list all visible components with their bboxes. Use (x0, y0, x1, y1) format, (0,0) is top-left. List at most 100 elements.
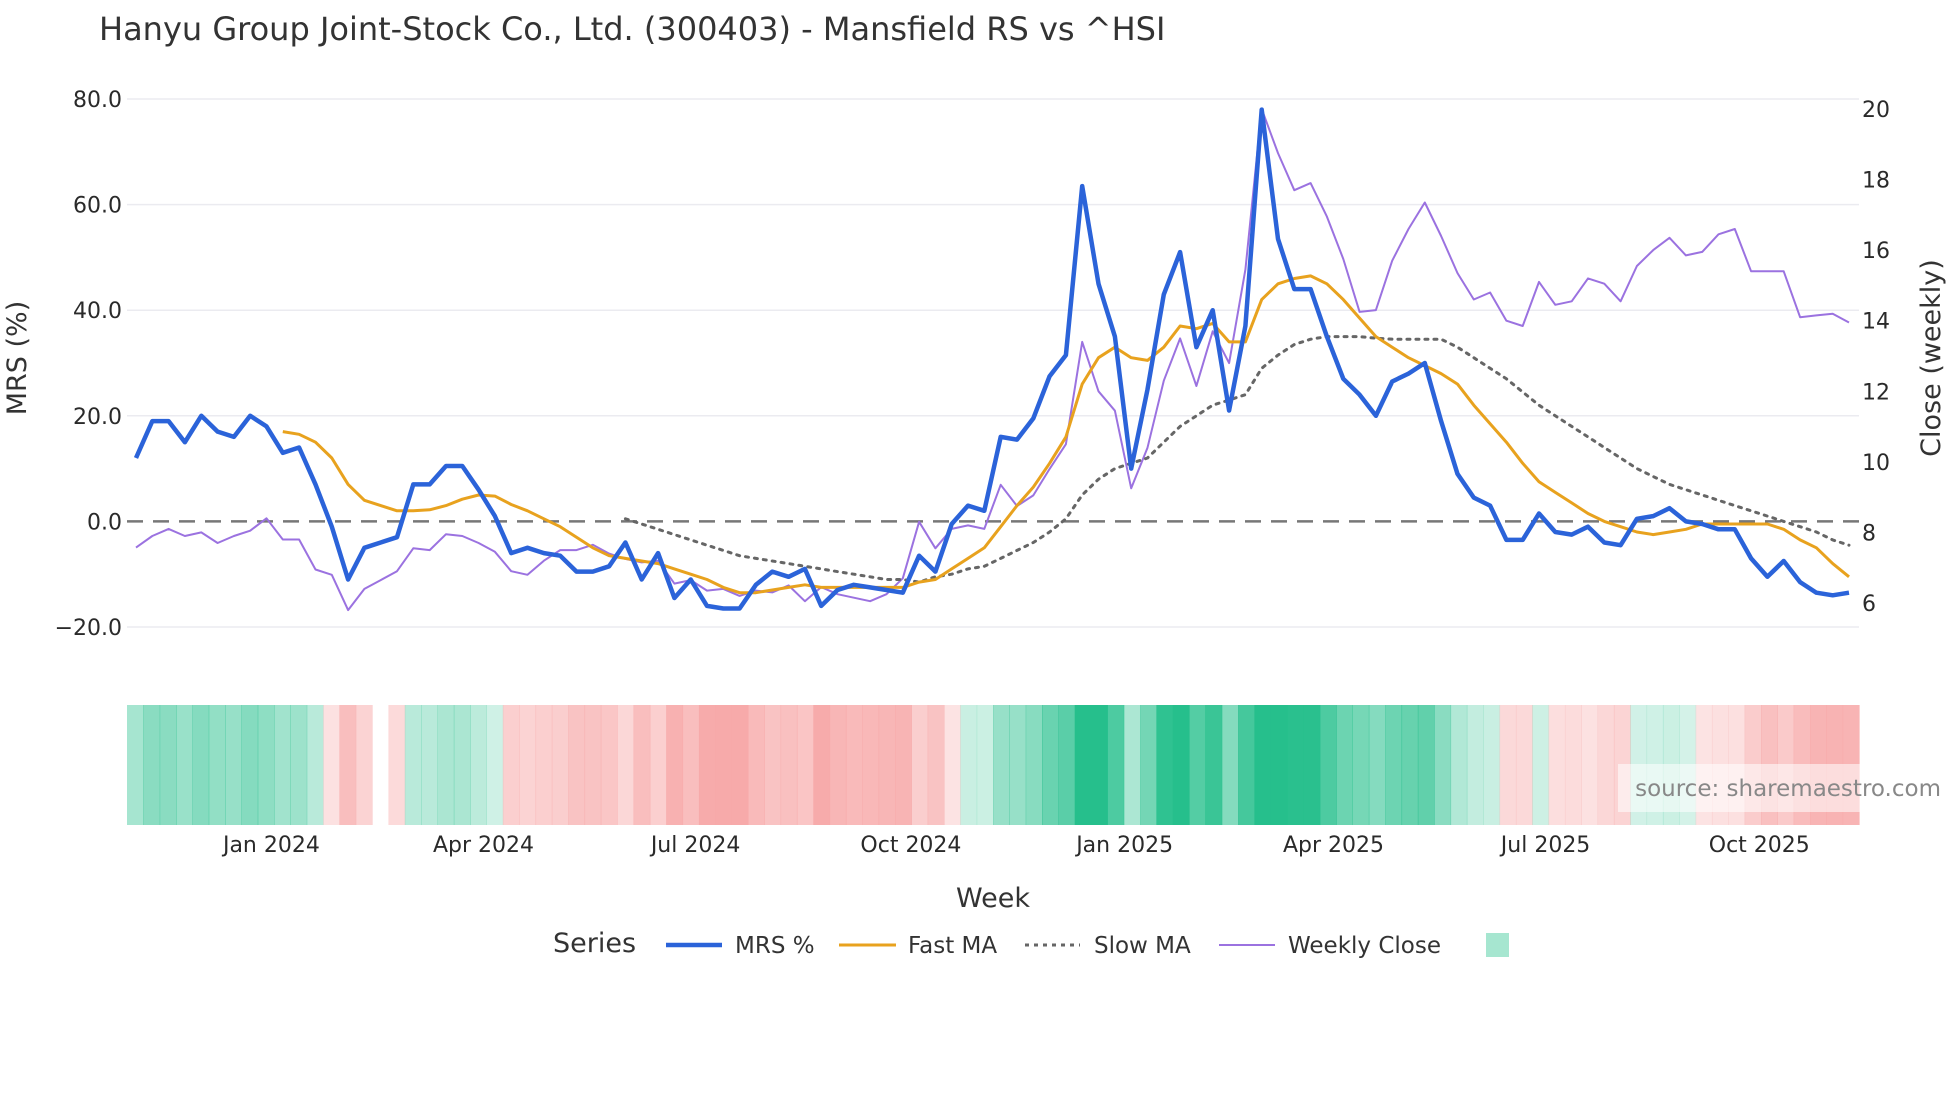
legend-swatch-heatmap[interactable] (1486, 933, 1509, 957)
heatmap-cell (764, 705, 782, 825)
heatmap-cell (944, 705, 961, 825)
heatmap-cell (927, 705, 945, 825)
heatmap-cell (453, 705, 471, 825)
y2-axis-label: Close (weekly) (1916, 259, 1947, 457)
mansfield-rs-chart: Hanyu Group Joint-Stock Co., Ltd. (30040… (2, 10, 1947, 959)
heatmap-cell (1581, 705, 1599, 825)
heatmap-cell (323, 705, 340, 825)
x-tick-label: Jan 2025 (1074, 833, 1173, 858)
heatmap-cell (1238, 705, 1255, 825)
legend-title: Series (553, 928, 636, 959)
heatmap-cell (143, 705, 161, 825)
x-axis: Jan 2024 Apr 2024 Jul 2024 Oct 2024 Jan 2025… (221, 833, 1810, 858)
heatmap-cell (159, 705, 177, 825)
y2-tick-label: 10 (1862, 451, 1890, 476)
legend-item-weekly-close[interactable]: Weekly Close (1219, 933, 1441, 959)
x-tick-label: Oct 2024 (860, 833, 961, 858)
y-axis-right: 20 18 16 14 12 10 8 6 (1862, 98, 1890, 617)
heatmap-cell (1336, 705, 1353, 825)
heatmap-cell (976, 705, 994, 825)
legend-label-mrs: MRS % (735, 933, 815, 959)
legend-label-fast-ma: Fast MA (908, 933, 997, 959)
heatmap-cell (682, 705, 700, 825)
heatmap-cell (715, 705, 733, 825)
heatmap-cell (1466, 705, 1484, 825)
heatmap-cell (486, 705, 504, 825)
heatmap-cell (1025, 705, 1043, 825)
heatmap-cell (895, 705, 912, 825)
heatmap-cell (176, 705, 193, 825)
heatmap-cell (862, 705, 880, 825)
heatmap-cell (584, 705, 602, 825)
heatmap-cell (813, 705, 831, 825)
heatmap-cell (502, 705, 520, 825)
heatmap-cell (437, 705, 455, 825)
heatmap-cell (404, 705, 422, 825)
heatmap-cell (127, 705, 144, 825)
heatmap-cell (1042, 705, 1059, 825)
legend-item-fast-ma[interactable]: Fast MA (839, 933, 997, 959)
heatmap-cell (241, 705, 259, 825)
series-lines (133, 107, 1851, 612)
y2-tick-label: 8 (1862, 521, 1876, 546)
heatmap-cell (633, 705, 651, 825)
heatmap-cell (208, 705, 226, 825)
y-axis-label: MRS (%) (2, 301, 33, 416)
heatmap-cell (1123, 705, 1141, 825)
heatmap-cell (535, 705, 553, 825)
y2-tick-label: 6 (1862, 592, 1876, 617)
y-tick-label: 40.0 (73, 299, 122, 324)
heatmap-cell (1156, 705, 1174, 825)
heatmap-cell (1532, 705, 1550, 825)
heatmap-cell (1009, 705, 1027, 825)
heatmap-cell (1434, 705, 1452, 825)
y-tick-label: 80.0 (73, 88, 122, 113)
heatmap-cell (780, 705, 798, 825)
heatmap-cell (796, 705, 814, 825)
heatmap-cell (1270, 705, 1288, 825)
y-tick-label: 0.0 (87, 510, 122, 535)
heatmap-cell (1597, 705, 1615, 825)
heatmap-cell (568, 705, 586, 825)
heatmap-cell (649, 705, 667, 825)
heatmap-cell (1107, 705, 1125, 825)
heatmap-cell (274, 705, 291, 825)
x-tick-label: Jul 2024 (649, 833, 741, 858)
heatmap-cell (1172, 705, 1190, 825)
heatmap-cell (1319, 705, 1337, 825)
heatmap-cell (1564, 705, 1582, 825)
legend-item-mrs[interactable]: MRS % (666, 933, 815, 959)
heatmap-cell (388, 705, 406, 825)
heatmap-cell (1140, 705, 1157, 825)
heatmap-cell (698, 705, 716, 825)
x-tick-label: Apr 2025 (1283, 833, 1384, 858)
legend: Series MRS % Fast MA Slow MA Weekly Clos… (553, 928, 1509, 959)
heatmap-cell (600, 705, 618, 825)
legend-label-weekly-close: Weekly Close (1288, 933, 1441, 959)
heatmap-cell (1221, 705, 1239, 825)
legend-item-slow-ma[interactable]: Slow MA (1025, 933, 1191, 959)
heatmap-cell (1401, 705, 1419, 825)
y2-tick-label: 12 (1862, 380, 1890, 405)
heatmap-cell (192, 705, 210, 825)
x-tick-label: Jan 2024 (221, 833, 320, 858)
x-tick-label: Oct 2025 (1709, 833, 1810, 858)
heatmap-cell (1515, 705, 1533, 825)
heatmap-cell (290, 705, 308, 825)
x-tick-label: Jul 2025 (1499, 833, 1591, 858)
heatmap-cell (1189, 705, 1206, 825)
heatmap-cell (257, 705, 275, 825)
heatmap-cell (1499, 705, 1517, 825)
heatmap-cell (1385, 705, 1403, 825)
heatmap-cell (878, 705, 896, 825)
heatmap-cell (1058, 705, 1076, 825)
heatmap-cell (1205, 705, 1223, 825)
heatmap-cell (829, 705, 847, 825)
heatmap-cell (1417, 705, 1435, 825)
y2-tick-label: 18 (1862, 169, 1890, 194)
heatmap-cell (960, 705, 978, 825)
y-tick-label: 60.0 (73, 194, 122, 219)
heatmap-cell (747, 705, 765, 825)
heatmap-cell (1548, 705, 1566, 825)
heatmap-cell (1352, 705, 1370, 825)
